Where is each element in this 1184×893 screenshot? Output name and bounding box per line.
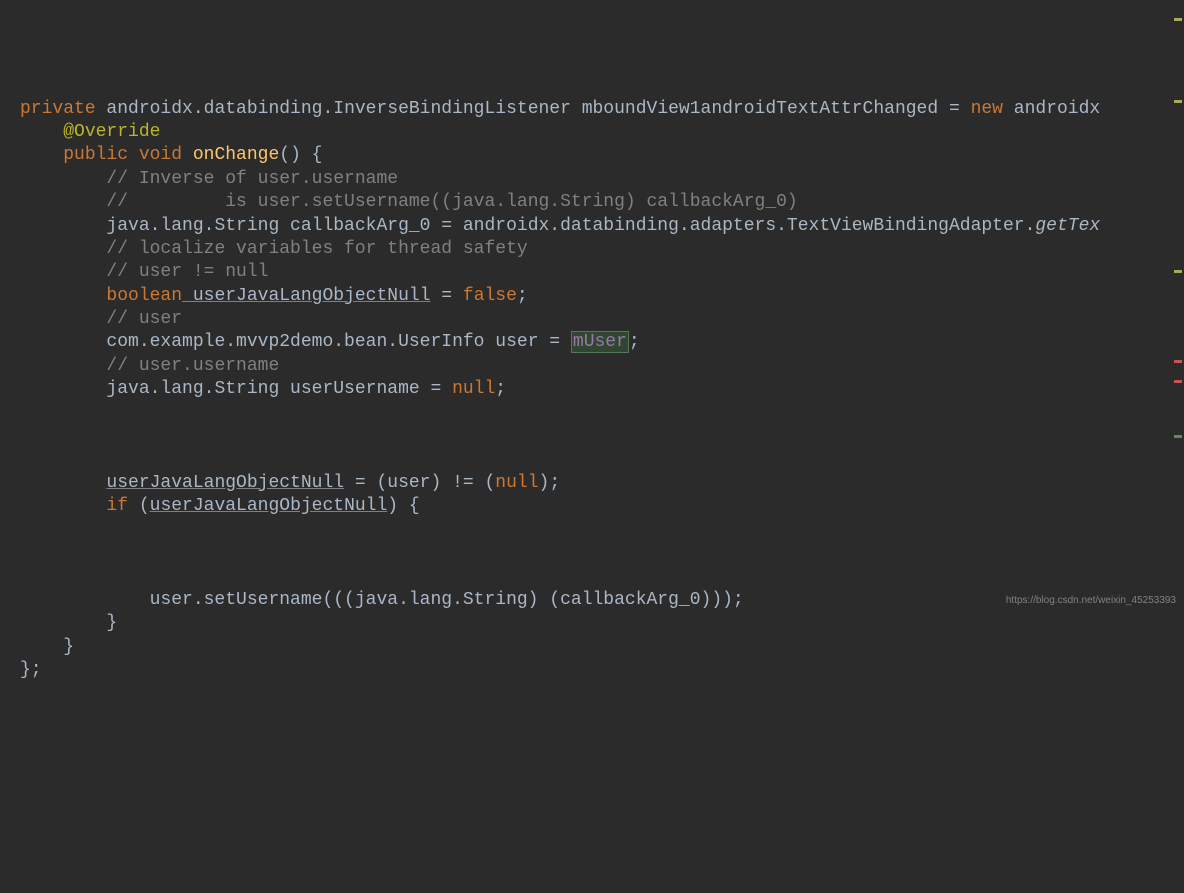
code-line	[20, 402, 1184, 425]
field-reference: mUser	[571, 331, 629, 353]
editor-gutter-marks	[1174, 0, 1182, 611]
code-text: java.lang.String callbackArg_0 = android…	[106, 216, 1035, 236]
code-line: }	[20, 636, 1184, 659]
code-line: public void onChange() {	[20, 144, 1184, 167]
code-text: };	[20, 660, 42, 680]
comment: // user != null	[106, 262, 268, 282]
code-text: );	[539, 473, 561, 493]
code-line: java.lang.String callbackArg_0 = android…	[20, 215, 1184, 238]
code-text: () {	[279, 145, 322, 165]
variable-name: userJavaLangObjectNull	[150, 496, 388, 516]
gutter-mark-error[interactable]	[1174, 360, 1182, 363]
code-text: }	[63, 637, 74, 657]
keyword-null: null	[495, 473, 538, 493]
code-line: java.lang.String userUsername = null;	[20, 378, 1184, 401]
watermark-text: https://blog.csdn.net/weixin_45253393	[1006, 594, 1176, 607]
keyword-new: new	[971, 99, 1003, 119]
code-text: ;	[495, 379, 506, 399]
code-text: androidx	[1003, 99, 1100, 119]
code-line: }	[20, 612, 1184, 635]
code-text: (	[128, 496, 150, 516]
gutter-mark-info[interactable]	[1174, 435, 1182, 438]
comment: // is user.setUsername((java.lang.String…	[106, 192, 797, 212]
code-text: = (user) != (	[344, 473, 495, 493]
comment: // localize variables for thread safety	[106, 239, 527, 259]
code-line: private androidx.databinding.InverseBind…	[20, 98, 1184, 121]
gutter-mark-warning[interactable]	[1174, 270, 1182, 273]
code-line	[20, 519, 1184, 542]
annotation: @Override	[63, 122, 160, 142]
keyword-private: private	[20, 99, 96, 119]
code-text: ;	[517, 286, 528, 306]
gutter-mark-warning[interactable]	[1174, 100, 1182, 103]
gutter-mark-warning[interactable]	[1174, 18, 1182, 21]
code-text: com.example.mvvp2demo.bean.UserInfo user…	[106, 332, 570, 352]
code-line	[20, 425, 1184, 448]
code-text: java.lang.String userUsername =	[106, 379, 452, 399]
code-line: // is user.setUsername((java.lang.String…	[20, 191, 1184, 214]
code-line	[20, 542, 1184, 565]
comment: // Inverse of user.username	[106, 169, 398, 189]
code-text: =	[431, 286, 463, 306]
variable-name: userJavaLangObjectNull	[106, 473, 344, 493]
gutter-mark-error[interactable]	[1174, 380, 1182, 383]
keyword-void: void	[128, 145, 182, 165]
code-text: ;	[629, 332, 640, 352]
keyword-false: false	[463, 286, 517, 306]
keyword-boolean: boolean	[106, 286, 182, 306]
code-line: if (userJavaLangObjectNull) {	[20, 495, 1184, 518]
keyword-null: null	[452, 379, 495, 399]
code-line	[20, 565, 1184, 588]
code-line: com.example.mvvp2demo.bean.UserInfo user…	[20, 331, 1184, 354]
code-line: userJavaLangObjectNull = (user) != (null…	[20, 472, 1184, 495]
method-name: onChange	[182, 145, 279, 165]
code-text: }	[106, 613, 117, 633]
variable-name: userJavaLangObjectNull	[182, 286, 430, 306]
code-line: // user != null	[20, 261, 1184, 284]
code-line: // user	[20, 308, 1184, 331]
static-method: getTex	[1035, 216, 1100, 236]
code-line: @Override	[20, 121, 1184, 144]
keyword-public: public	[63, 145, 128, 165]
code-text: user.setUsername(((java.lang.String) (ca…	[150, 590, 744, 610]
keyword-if: if	[106, 496, 128, 516]
code-line: };	[20, 659, 1184, 682]
code-line: boolean userJavaLangObjectNull = false;	[20, 285, 1184, 308]
code-line: // Inverse of user.username	[20, 168, 1184, 191]
code-line: // localize variables for thread safety	[20, 238, 1184, 261]
code-text: androidx.databinding.InverseBindingListe…	[96, 99, 971, 119]
code-line: // user.username	[20, 355, 1184, 378]
code-line	[20, 448, 1184, 471]
comment: // user	[106, 309, 182, 329]
comment: // user.username	[106, 356, 279, 376]
code-text: ) {	[387, 496, 419, 516]
